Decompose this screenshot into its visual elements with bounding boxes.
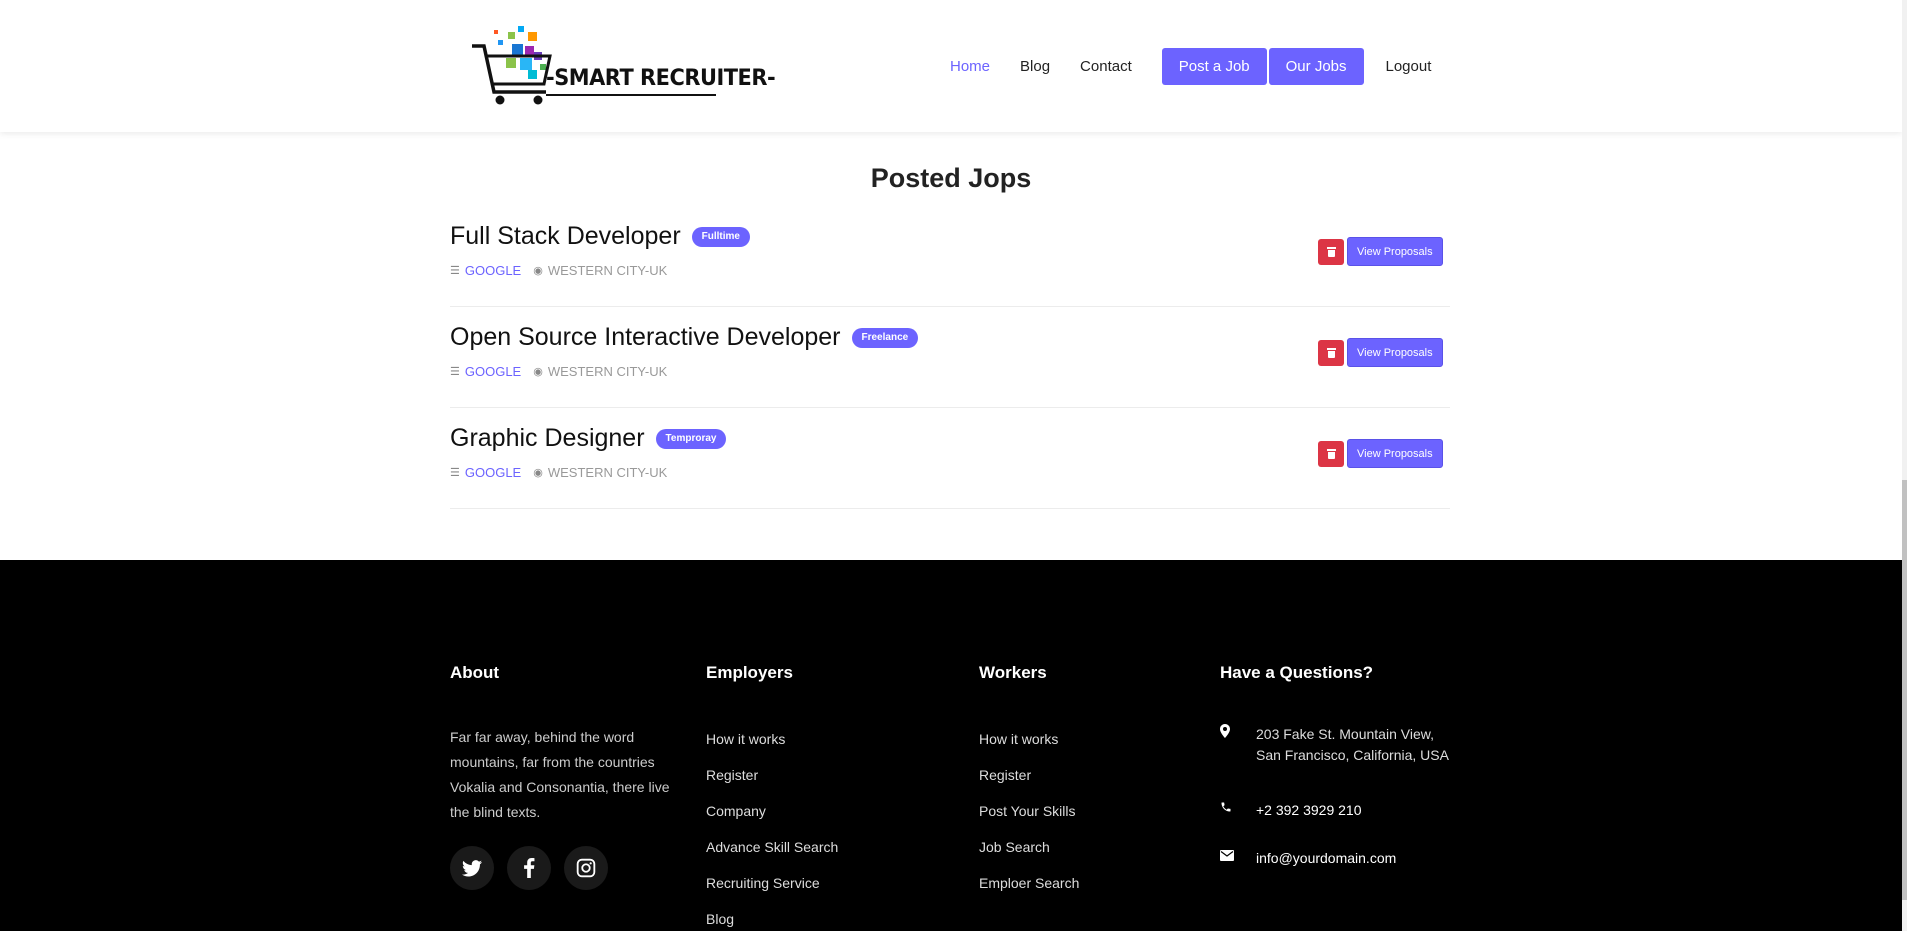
footer-employers: Employers: [706, 663, 793, 683]
view-proposals-button[interactable]: View Proposals: [1347, 237, 1443, 266]
location-pin-icon: ◉: [533, 467, 543, 479]
workers-link[interactable]: Emploer Search: [979, 875, 1079, 911]
employers-link[interactable]: Recruiting Service: [706, 875, 838, 911]
employers-link[interactable]: Company: [706, 803, 838, 839]
job-title[interactable]: Graphic Designer: [450, 424, 645, 453]
job-company[interactable]: GOOGLE: [465, 263, 521, 278]
job-type-badge: Fulltime: [691, 226, 750, 247]
twitter-link[interactable]: [450, 846, 494, 890]
logo-underline: [546, 94, 716, 96]
logo-text: -SMART RECRUITER-: [546, 66, 776, 91]
contact-phone[interactable]: +2 392 3929 210: [1256, 800, 1362, 821]
delete-job-button[interactable]: [1318, 339, 1344, 366]
scrollbar-thumb[interactable]: [1902, 480, 1907, 900]
delete-job-button[interactable]: [1318, 238, 1344, 265]
layers-icon: ☰: [450, 366, 460, 378]
facebook-icon: [524, 858, 535, 878]
footer-about-text: Far far away, behind the word mountains,…: [450, 729, 670, 820]
contact-email[interactable]: info@yourdomain.com: [1256, 848, 1396, 869]
facebook-link[interactable]: [507, 846, 551, 890]
envelope-icon: [1220, 848, 1256, 869]
workers-link[interactable]: Job Search: [979, 839, 1079, 875]
view-proposals-button[interactable]: View Proposals: [1347, 338, 1443, 367]
footer-workers: Workers: [979, 663, 1047, 683]
job-type-badge: Temproray: [655, 428, 727, 449]
job-item: Graphic Designer Temproray ☰ GOOGLE ◉ WE…: [450, 408, 1450, 509]
employers-link[interactable]: Register: [706, 767, 838, 803]
workers-link[interactable]: Register: [979, 767, 1079, 803]
post-a-job-button[interactable]: Post a Job: [1161, 47, 1267, 85]
social-links: [450, 846, 621, 890]
job-title[interactable]: Open Source Interactive Developer: [450, 323, 841, 352]
contact-email-row: info@yourdomain.com: [1220, 848, 1396, 869]
footer-employers-heading: Employers: [706, 663, 793, 682]
workers-link[interactable]: How it works: [979, 731, 1079, 767]
footer-questions-heading: Have a Questions?: [1220, 663, 1374, 682]
workers-links: How it works Register Post Your Skills J…: [979, 731, 1079, 911]
footer-workers-heading: Workers: [979, 663, 1047, 682]
twitter-icon: [462, 859, 482, 876]
contact-address-row: 203 Fake St. Mountain View, San Francisc…: [1220, 724, 1456, 766]
job-location: WESTERN CITY-UK: [547, 364, 668, 379]
phone-icon: [1220, 800, 1256, 821]
contact-address: 203 Fake St. Mountain View, San Francisc…: [1256, 726, 1449, 763]
trash-icon: [1326, 347, 1336, 358]
layers-icon: ☰: [450, 265, 460, 277]
employers-link[interactable]: Advance Skill Search: [706, 839, 838, 875]
footer-about: About: [450, 663, 499, 683]
job-location: WESTERN CITY-UK: [547, 263, 668, 278]
logout-link[interactable]: Logout: [1386, 58, 1432, 75]
job-title[interactable]: Full Stack Developer: [450, 222, 681, 251]
footer-questions: Have a Questions?: [1220, 663, 1373, 683]
nav-blog[interactable]: Blog: [1020, 58, 1050, 75]
job-item: Full Stack Developer Fulltime ☰ GOOGLE ◉…: [450, 206, 1450, 307]
site-logo[interactable]: -SMART RECRUITER-: [470, 22, 776, 108]
contact-phone-row: +2 392 3929 210: [1220, 800, 1362, 821]
site-footer: About Far far away, behind the word moun…: [0, 560, 1902, 931]
view-proposals-button[interactable]: View Proposals: [1347, 439, 1443, 468]
instagram-icon: [576, 858, 596, 878]
layers-icon: ☰: [450, 467, 460, 479]
job-item: Open Source Interactive Developer Freela…: [450, 307, 1450, 408]
trash-icon: [1326, 246, 1336, 257]
employers-link[interactable]: How it works: [706, 731, 838, 767]
employers-link[interactable]: Blog: [706, 911, 838, 931]
job-type-badge: Freelance: [851, 327, 919, 348]
nav-home[interactable]: Home: [950, 58, 990, 75]
map-marker-icon: [1220, 724, 1256, 766]
instagram-link[interactable]: [564, 846, 608, 890]
location-pin-icon: ◉: [533, 366, 543, 378]
location-pin-icon: ◉: [533, 265, 543, 277]
workers-link[interactable]: Post Your Skills: [979, 803, 1079, 839]
job-company[interactable]: GOOGLE: [465, 465, 521, 480]
page-scrollbar[interactable]: [1902, 0, 1907, 931]
page-title: Posted Jops: [870, 163, 1032, 193]
nav-contact[interactable]: Contact: [1080, 58, 1132, 75]
delete-job-button[interactable]: [1318, 440, 1344, 467]
site-header: -SMART RECRUITER- Home Blog Contact Post…: [0, 0, 1902, 132]
job-location: WESTERN CITY-UK: [547, 465, 668, 480]
employers-links: How it works Register Company Advance Sk…: [706, 731, 838, 931]
trash-icon: [1326, 448, 1336, 459]
footer-about-heading: About: [450, 663, 500, 682]
main-nav: Home Blog Contact Post a Job Our Jobs Lo…: [950, 47, 1461, 85]
job-company[interactable]: GOOGLE: [465, 364, 521, 379]
our-jobs-button[interactable]: Our Jobs: [1268, 47, 1364, 85]
